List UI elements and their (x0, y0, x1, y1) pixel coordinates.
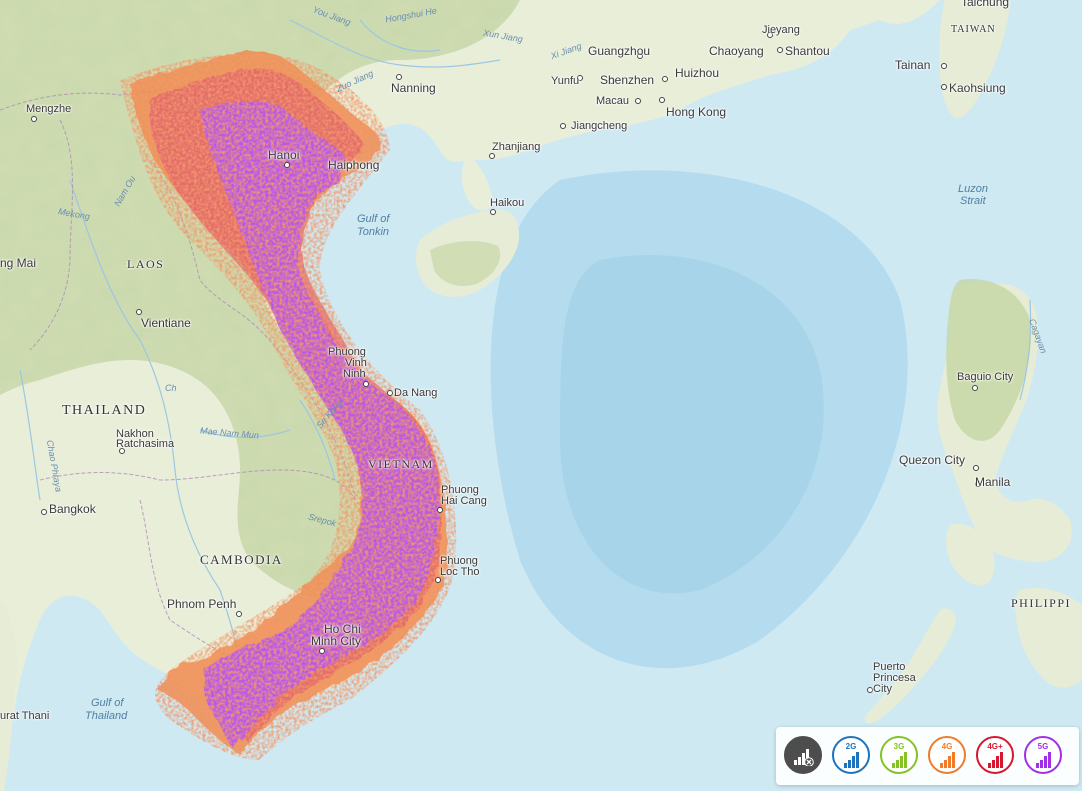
city-label-baguio: Baguio City (957, 371, 1014, 383)
country-label-cambodia: CAMBODIA (200, 552, 283, 567)
signal-bars-icon (988, 752, 1003, 768)
city-label-phuong-vinh-ninh: Ninh (343, 368, 366, 380)
city-label-vientiane: Vientiane (141, 316, 191, 330)
signal-bars-icon (940, 752, 955, 768)
city-label-ng-mai: ng Mai (0, 256, 37, 270)
city-label-zhanjiang: Zhanjiang (492, 141, 541, 153)
legend-3g-button[interactable]: 3G (880, 736, 918, 774)
city-label-haikou: Haikou (490, 197, 525, 209)
signal-bars-icon (892, 752, 907, 768)
legend-2g-button[interactable]: 2G (832, 736, 870, 774)
legend-2g-label: 2G (845, 742, 857, 751)
legend-4g-plus-button[interactable]: 4G+ (976, 736, 1014, 774)
city-label-phuong-loc-tho: Loc Tho (440, 566, 480, 578)
city-label-manila: Manila (975, 475, 1011, 489)
city-label-jiangcheng: Jiangcheng (571, 120, 628, 132)
no-signal-icon (794, 749, 814, 766)
city-label-mengzhe: Mengzhe (26, 103, 72, 115)
coverage-legend: 2G 3G 4G 4G+ 5G (776, 727, 1079, 785)
legend-5g-button[interactable]: 5G (1024, 736, 1062, 774)
map-canvas[interactable] (0, 0, 1082, 791)
legend-5g-label: 5G (1037, 742, 1049, 751)
city-label-quezon: Quezon City (899, 453, 966, 467)
city-label-tainan: Tainan (895, 58, 931, 72)
country-label-taiwan: TAIWAN (951, 24, 996, 35)
city-label-guangzhou: Guangzhou (588, 44, 651, 58)
legend-3g-label: 3G (893, 742, 905, 751)
city-label-nanning: Nanning (391, 81, 436, 95)
city-label-kaohsiung: Kaohsiung (949, 81, 1006, 95)
signal-bars-icon (1036, 752, 1051, 768)
city-label-jieyang: Jieyang (762, 24, 800, 36)
water-label-gulf-tonkin: Tonkin (357, 226, 390, 238)
city-label-chaoyang: Chaoyang (709, 44, 764, 58)
legend-4g-label: 4G (941, 742, 953, 751)
water-label-gulf-thailand: Thailand (85, 710, 128, 722)
city-label-da-nang: Da Nang (394, 387, 438, 399)
city-label-nakhon: Ratchasima (116, 438, 175, 450)
country-label-laos: LAOS (127, 257, 165, 271)
city-label-macau: Macau (596, 95, 630, 107)
water-label-gulf-tonkin: Gulf of (357, 213, 390, 225)
city-label-hcmc: Minh City (311, 634, 362, 648)
country-label-vietnam: VIETNAM (368, 457, 434, 471)
legend-4g-plus-label: 4G+ (987, 742, 1003, 751)
city-label-shantou: Shantou (785, 44, 830, 58)
legend-4g-button[interactable]: 4G (928, 736, 966, 774)
city-label-phuong-hai-cang: Hai Cang (441, 495, 487, 507)
city-label-hong-kong: Hong Kong (666, 105, 727, 119)
city-label-surat-thani: urat Thani (0, 710, 50, 722)
signal-bars-icon (844, 752, 859, 768)
water-label-luzon-strait: Strait (960, 195, 986, 207)
legend-no-coverage-button[interactable] (784, 736, 822, 774)
city-label-taichung: Taichung (961, 0, 1010, 9)
river-label: Ch (165, 383, 177, 393)
city-label-yunfu: Yunfu (551, 75, 580, 87)
city-label-hanoi: Hanoi (268, 148, 300, 162)
water-label-gulf-thailand: Gulf of (91, 697, 124, 709)
country-label-philippines: PHILIPPI (1011, 596, 1072, 610)
country-label-thailand: THAILAND (62, 403, 147, 418)
city-label-puerto-princesa: City (873, 683, 892, 695)
city-label-bangkok: Bangkok (49, 502, 96, 516)
city-label-shenzhen: Shenzhen (600, 73, 655, 87)
city-label-haiphong: Haiphong (328, 158, 380, 172)
city-label-phnom-penh: Phnom Penh (167, 597, 237, 611)
city-label-huizhou: Huizhou (675, 66, 720, 80)
